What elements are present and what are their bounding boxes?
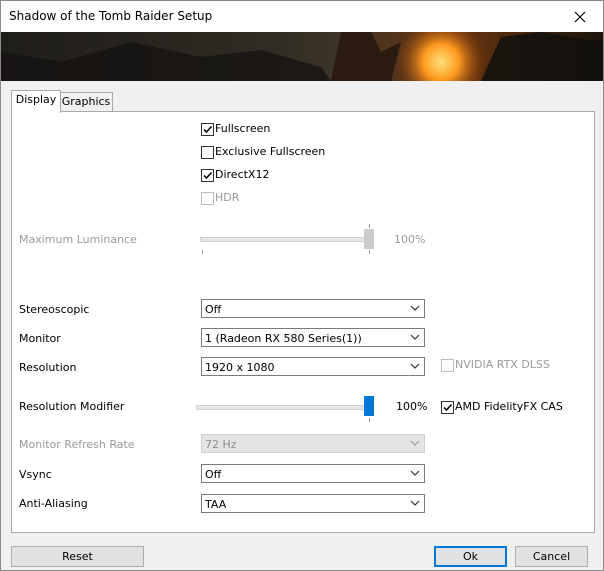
- directx12-label: DirectX12: [215, 168, 270, 181]
- monitor-value: 1 (Radeon RX 580 Series(1)): [205, 332, 362, 345]
- chevron-down-icon: [410, 440, 420, 446]
- fullscreen-checkbox[interactable]: [201, 123, 214, 136]
- close-button[interactable]: [557, 1, 603, 32]
- monitor-select[interactable]: 1 (Radeon RX 580 Series(1)): [201, 328, 425, 347]
- close-icon: [574, 11, 586, 22]
- resolution-modifier-label: Resolution Modifier: [19, 400, 125, 413]
- monitor-label: Monitor: [19, 332, 61, 345]
- ok-button[interactable]: Ok: [434, 546, 507, 567]
- window-title: Shadow of the Tomb Raider Setup: [9, 9, 213, 23]
- banner-image: [1, 32, 603, 81]
- chevron-down-icon: [410, 470, 420, 476]
- max-luminance-label: Maximum Luminance: [19, 233, 137, 246]
- slider-tick: [369, 250, 370, 254]
- vsync-value: Off: [205, 468, 222, 481]
- cancel-button[interactable]: Cancel: [515, 546, 588, 567]
- amd-cas-checkbox[interactable]: [441, 401, 454, 414]
- slider-thumb[interactable]: [364, 396, 374, 416]
- resolution-select[interactable]: 1920 x 1080: [201, 357, 425, 376]
- chevron-down-icon: [410, 363, 420, 369]
- checkmark-icon: [203, 125, 213, 134]
- max-luminance-value: 100%: [394, 233, 426, 246]
- title-bar: Shadow of the Tomb Raider Setup: [1, 1, 603, 32]
- exclusive-fullscreen-checkbox[interactable]: [201, 146, 214, 159]
- refresh-rate-select[interactable]: 72 Hz: [201, 434, 425, 453]
- vsync-select[interactable]: Off: [201, 464, 425, 483]
- stereoscopic-select[interactable]: Off: [201, 299, 425, 318]
- checkmark-icon: [443, 403, 453, 412]
- tab-graphics[interactable]: Graphics: [59, 92, 113, 113]
- stereoscopic-label: Stereoscopic: [19, 303, 90, 316]
- hdr-label: HDR: [215, 191, 240, 204]
- resolution-modifier-value: 100%: [396, 400, 428, 413]
- hdr-checkbox[interactable]: [201, 192, 214, 205]
- amd-cas-label: AMD FidelityFX CAS: [455, 400, 563, 413]
- slider-track: [200, 237, 372, 242]
- vsync-label: Vsync: [19, 468, 52, 481]
- chevron-down-icon: [410, 500, 420, 506]
- nvidia-dlss-checkbox[interactable]: [441, 359, 454, 372]
- anti-aliasing-select[interactable]: TAA: [201, 494, 425, 513]
- anti-aliasing-label: Anti-Aliasing: [19, 497, 88, 510]
- resolution-modifier-slider[interactable]: [196, 392, 376, 422]
- exclusive-fullscreen-label: Exclusive Fullscreen: [215, 145, 326, 158]
- slider-tick: [369, 418, 370, 422]
- slider-thumb[interactable]: [364, 229, 374, 249]
- reset-button[interactable]: Reset: [11, 546, 144, 567]
- chevron-down-icon: [410, 305, 420, 311]
- checkmark-icon: [203, 171, 213, 180]
- chevron-down-icon: [410, 334, 420, 340]
- directx12-checkbox[interactable]: [201, 169, 214, 182]
- nvidia-dlss-label: NVIDIA RTX DLSS: [455, 358, 550, 371]
- max-luminance-slider[interactable]: [200, 224, 375, 254]
- resolution-label: Resolution: [19, 361, 77, 374]
- display-panel: Fullscreen Exclusive Fullscreen DirectX1…: [11, 111, 595, 533]
- refresh-rate-value: 72 Hz: [205, 438, 237, 451]
- refresh-rate-label: Monitor Refresh Rate: [19, 438, 135, 451]
- slider-tick: [202, 250, 203, 254]
- setup-window: Shadow of the Tomb Raider Setup Display …: [0, 0, 604, 571]
- anti-aliasing-value: TAA: [205, 498, 227, 511]
- resolution-value: 1920 x 1080: [205, 361, 275, 374]
- fullscreen-label: Fullscreen: [215, 122, 271, 135]
- tab-display[interactable]: Display: [11, 90, 61, 113]
- slider-tick: [369, 224, 370, 228]
- slider-track: [196, 405, 373, 410]
- stereoscopic-value: Off: [205, 303, 222, 316]
